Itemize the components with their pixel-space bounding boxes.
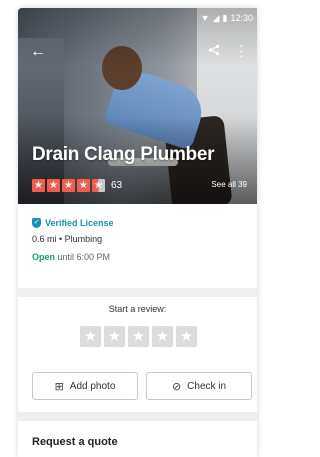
- check-in-label: Check in: [187, 380, 227, 392]
- check-in-button[interactable]: ⊘ Check in: [146, 372, 252, 400]
- start-review-label: Start a review:: [108, 304, 167, 314]
- review-star-2[interactable]: ★: [104, 326, 125, 347]
- open-status: Open: [32, 252, 56, 262]
- review-star-selector[interactable]: ★ ★ ★ ★ ★: [80, 326, 197, 347]
- business-info: ✓ Verified License 0.6 mi • Plumbing Ope…: [32, 216, 252, 266]
- review-star-1[interactable]: ★: [80, 326, 101, 347]
- star-icon: ★: [47, 178, 60, 192]
- shield-check-icon: ✓: [32, 218, 41, 228]
- hours-status[interactable]: Open until 6:00 PM: [32, 252, 252, 266]
- action-buttons: ⊞ Add photo ⊘ Check in: [32, 372, 252, 400]
- more-vert-icon[interactable]: ⋮: [234, 42, 249, 62]
- star-icon: ★: [32, 178, 45, 192]
- wifi-icon: ▼: [200, 13, 210, 23]
- rating-stars[interactable]: ★ ★ ★ ★ ★ 63: [32, 178, 122, 192]
- add-photo-button[interactable]: ⊞ Add photo: [32, 372, 138, 400]
- signal-icon: ◢: [212, 13, 220, 23]
- section-divider: [18, 412, 257, 421]
- share-icon[interactable]: [204, 42, 224, 62]
- see-all-photos-link[interactable]: See all 39: [211, 180, 247, 189]
- star-icon: ★: [77, 178, 90, 192]
- request-quote-heading[interactable]: Request a quote: [32, 436, 118, 448]
- review-star-5[interactable]: ★: [176, 326, 197, 347]
- business-hero-photo[interactable]: ▼ ◢ ▮ 12:30 ← ⋮ Drain Clang Plumber ★ ★ …: [18, 8, 257, 204]
- check-in-icon: ⊘: [171, 380, 182, 393]
- add-photo-icon: ⊞: [54, 380, 64, 393]
- star-icon: ★: [62, 178, 75, 192]
- verified-license[interactable]: ✓ Verified License: [32, 216, 252, 230]
- review-count: 63: [111, 179, 123, 191]
- status-time: 12:30: [230, 13, 253, 23]
- hours-text: until 6:00 PM: [55, 252, 111, 262]
- distance-category: 0.6 mi • Plumbing: [32, 234, 103, 244]
- photo-overlay: [18, 8, 257, 204]
- star-half-icon: ★: [92, 178, 105, 192]
- status-bar: ▼ ◢ ▮ 12:30: [201, 12, 253, 24]
- review-star-4[interactable]: ★: [152, 326, 173, 347]
- add-photo-label: Add photo: [69, 380, 116, 392]
- business-card: ▼ ◢ ▮ 12:30 ← ⋮ Drain Clang Plumber ★ ★ …: [18, 8, 257, 457]
- battery-icon: ▮: [222, 13, 228, 23]
- section-divider: [18, 288, 257, 297]
- review-star-3[interactable]: ★: [128, 326, 149, 347]
- verified-label: Verified License: [45, 218, 114, 228]
- back-arrow-icon[interactable]: ←: [30, 42, 50, 62]
- business-name: Drain Clang Plumber: [32, 144, 215, 165]
